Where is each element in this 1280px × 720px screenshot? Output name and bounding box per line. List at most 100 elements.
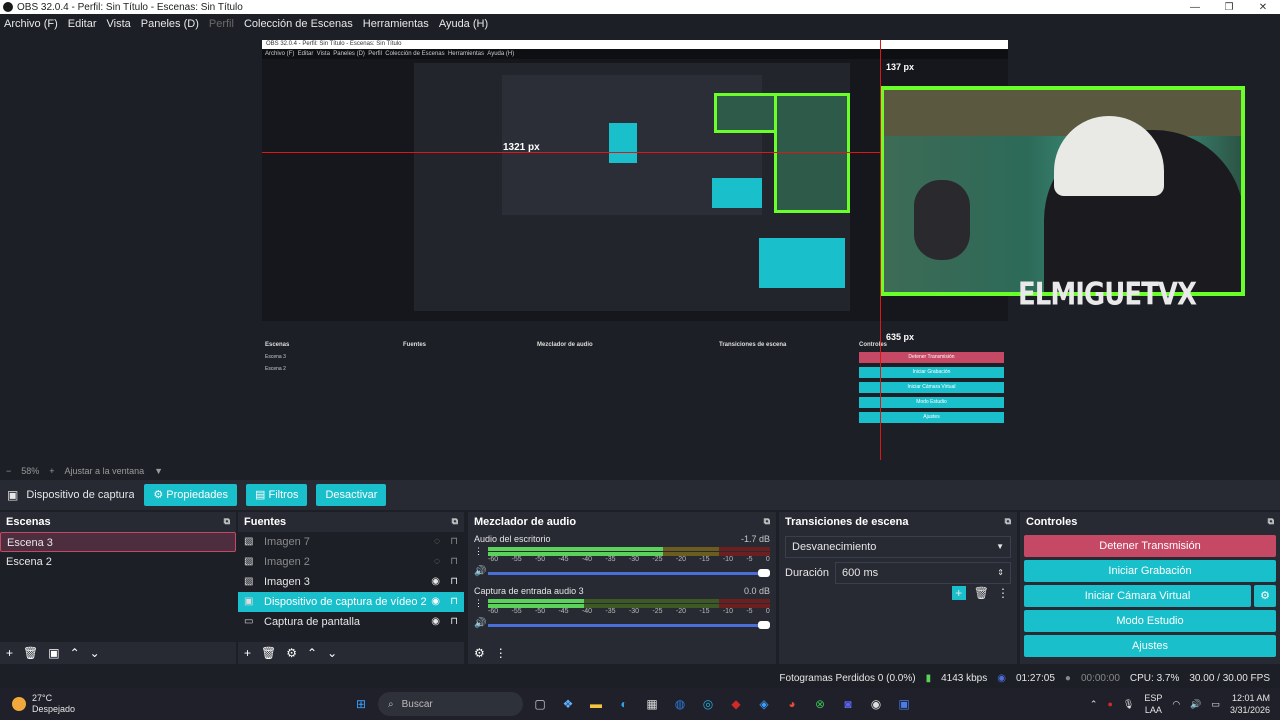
properties-button[interactable]: ⚙ Propiedades [144,484,238,506]
clock[interactable]: 12:01 AM 3/31/2026 [1230,692,1270,716]
eye-icon[interactable]: ◉ [431,592,440,612]
transition-select[interactable]: Desvanecimiento ▼ [785,536,1011,558]
zoom-dropdown-icon[interactable]: ▼ [154,466,163,476]
app-icon[interactable]: ▣ [893,693,915,715]
stop-stream-button[interactable]: Detener Transmisión [1024,535,1276,557]
menu-ayuda[interactable]: Ayuda (H) [439,18,488,30]
minimize-button[interactable]: — [1178,2,1212,13]
move-down-icon[interactable]: ⌄ [327,646,337,660]
hp-icon[interactable]: ◍ [669,693,691,715]
zoom-in-button[interactable]: + [49,466,54,476]
undock-icon[interactable]: ⧉ [1268,516,1274,527]
lock-icon[interactable]: ⊓ [450,612,458,632]
eye-slash-icon[interactable]: ◌ [434,532,440,552]
advanced-audio-icon[interactable]: ⚙ [474,646,485,660]
lock-icon[interactable]: ⊓ [450,572,458,592]
volume-knob[interactable] [758,621,770,629]
duration-spinbox[interactable]: 600 ms ⇕ [835,562,1011,584]
sync-icon[interactable]: ◎ [697,693,719,715]
close-button[interactable]: ✕ [1246,2,1280,13]
move-up-icon[interactable]: ⌃ [70,646,80,660]
move-down-icon[interactable]: ⌄ [90,646,100,660]
windows-start-icon[interactable]: ⊞ [350,693,372,715]
weather-widget[interactable]: 27°C Despejado [12,693,75,715]
menu-paneles[interactable]: Paneles (D) [141,18,199,30]
source-item-screen-capture[interactable]: ▭ Captura de pantalla ◉ ⊓ [238,612,464,632]
source-item-imagen-2[interactable]: ▧ Imagen 2 ◌ ⊓ [238,552,464,572]
lock-icon[interactable]: ⊓ [450,592,458,612]
wifi-icon[interactable]: ◠ [1172,699,1180,710]
add-transition-button[interactable]: + [951,586,966,600]
undock-icon[interactable]: ⧉ [1005,516,1011,527]
menu-archivo[interactable]: Archivo (F) [4,18,58,30]
menu-dots-icon[interactable]: ⋮ [495,646,507,660]
studio-mode-button[interactable]: Modo Estudio [1024,610,1276,632]
track-menu-icon[interactable]: ⋮ [474,598,483,609]
move-up-icon[interactable]: ⌃ [307,646,317,660]
source-item-imagen-3[interactable]: ▧ Imagen 3 ◉ ⊓ [238,572,464,592]
volume-slider[interactable] [488,621,770,629]
source-item-imagen-7[interactable]: ▧ Imagen 7 ◌ ⊓ [238,532,464,552]
discord-icon[interactable]: ◙ [837,693,859,715]
undock-icon[interactable]: ⧉ [224,516,230,527]
xbox-bar-icon[interactable]: ◈ [753,693,775,715]
filters-button[interactable]: ▤ Filtros [246,484,308,506]
trash-icon[interactable]: 🗑 [261,646,276,660]
lock-icon[interactable]: ⊓ [450,532,458,552]
task-view-icon[interactable]: ▢ [529,693,551,715]
undock-icon[interactable]: ⧉ [452,516,458,527]
add-icon[interactable]: + [244,646,251,660]
eye-slash-icon[interactable]: ◌ [434,552,440,572]
taskbar-search[interactable]: ⌕ Buscar [378,692,523,716]
eye-icon[interactable]: ◉ [431,612,440,632]
virtual-camera-settings-gear-icon[interactable]: ⚙ [1254,585,1276,607]
deactivate-button[interactable]: Desactivar [316,484,387,506]
menu-vista[interactable]: Vista [107,18,131,30]
trash-icon[interactable]: 🗑 [974,586,989,600]
chrome-icon[interactable]: ◕ [781,693,803,715]
tray-app-icon[interactable]: ● [1107,699,1112,709]
store-icon[interactable]: ▦ [641,693,663,715]
xbox-icon[interactable]: ⊗ [809,693,831,715]
copilot-icon[interactable]: ❖ [557,693,579,715]
source-item-video-capture[interactable]: ▣ Dispositivo de captura de vídeo 2 ◉ ⊓ [238,592,464,612]
webcam-feed[interactable] [880,86,1245,296]
maximize-button[interactable]: ❐ [1212,2,1246,13]
menu-coleccion-escenas[interactable]: Colección de Escenas [244,18,353,30]
track-menu-icon[interactable]: ⋮ [474,546,483,557]
undock-icon[interactable]: ⧉ [764,516,770,527]
menu-dots-icon[interactable]: ⋮ [997,586,1009,600]
start-virtual-camera-button[interactable]: Iniciar Cámara Virtual [1024,585,1251,607]
fit-window-label[interactable]: Ajustar a la ventana [65,466,145,476]
file-explorer-icon[interactable]: ▬ [585,693,607,715]
weather-temp: 27°C [32,693,53,703]
edge-icon[interactable]: ◐ [613,693,635,715]
menu-editar[interactable]: Editar [68,18,97,30]
spin-arrows-icon[interactable]: ⇕ [997,563,1004,583]
scene-item-escena-2[interactable]: Escena 2 [0,552,236,572]
start-recording-button[interactable]: Iniciar Grabación [1024,560,1276,582]
zoom-out-button[interactable]: − [6,466,11,476]
lock-icon[interactable]: ⊓ [450,552,458,572]
obs-taskbar-icon[interactable]: ◉ [865,693,887,715]
scene-item-escena-3[interactable]: Escena 3 [0,532,236,552]
volume-slider[interactable] [488,569,770,577]
settings-button[interactable]: Ajustes [1024,635,1276,657]
microphone-image [914,180,970,260]
mcafee-icon[interactable]: ◆ [725,693,747,715]
speaker-icon[interactable]: 🔊 [474,618,486,629]
eye-icon[interactable]: ◉ [431,572,440,592]
battery-icon[interactable]: ▭ [1211,699,1220,710]
volume-icon[interactable]: 🔊 [1190,699,1201,710]
tray-chevron-up-icon[interactable]: ⌃ [1090,699,1098,710]
filter-icon[interactable]: ▣ [48,646,59,660]
gear-icon[interactable]: ⚙ [286,646,297,660]
menu-herramientas[interactable]: Herramientas [363,18,429,30]
trash-icon[interactable]: 🗑 [23,646,38,660]
input-language[interactable]: ESP LAA [1144,692,1162,716]
controls-dock-header: Controles ⧉ [1020,512,1280,530]
speaker-icon[interactable]: 🔊 [474,566,486,577]
volume-knob[interactable] [758,569,770,577]
microphone-icon[interactable]: 🎙 [1123,699,1134,710]
add-icon[interactable]: + [6,646,13,660]
